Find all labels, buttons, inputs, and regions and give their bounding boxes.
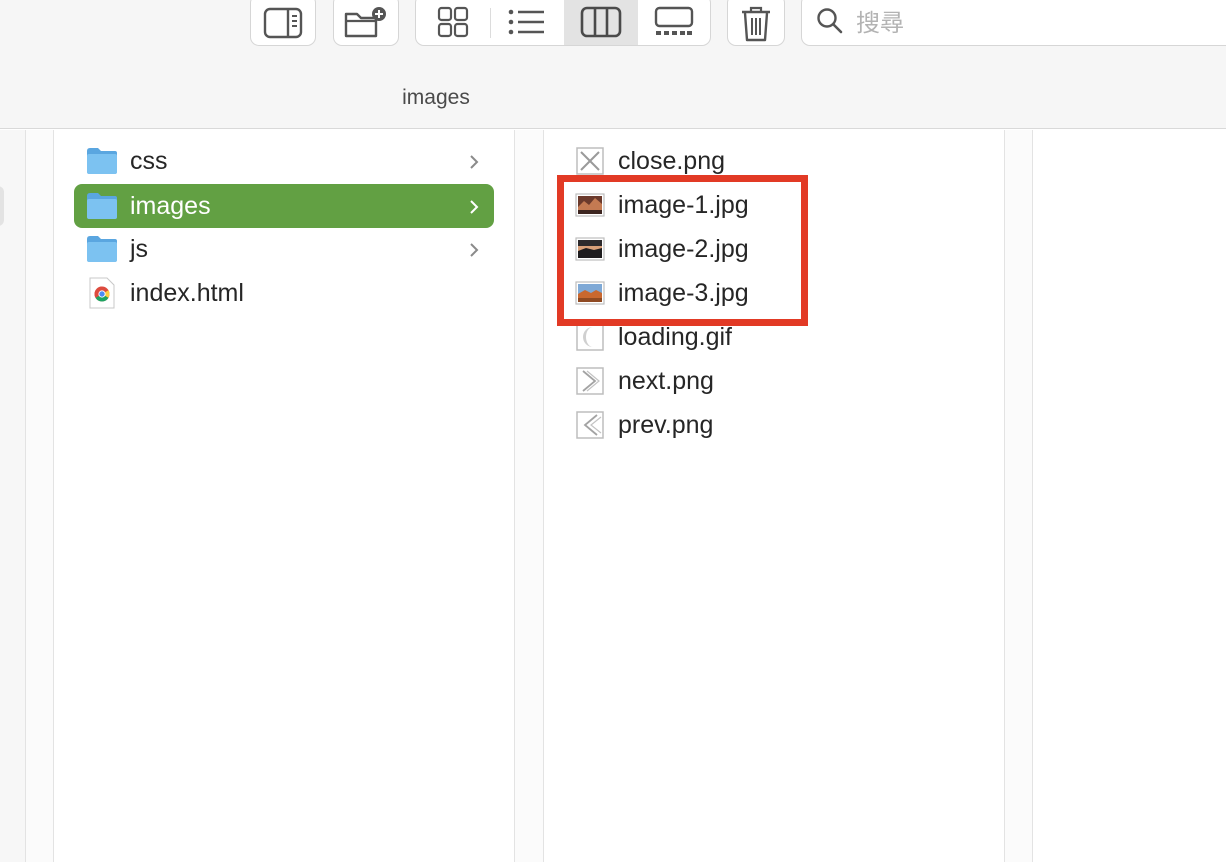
item-label: loading.gif: [618, 322, 732, 351]
grid-view-button[interactable]: [416, 0, 490, 45]
parent-column-edge[interactable]: [0, 130, 25, 862]
list-item-css[interactable]: css: [74, 139, 494, 183]
new-folder-button[interactable]: [333, 0, 399, 46]
item-label: images: [130, 191, 211, 220]
prev-arrow-image-icon: [574, 409, 606, 441]
folder-icon: [86, 145, 118, 177]
search-icon: [816, 7, 844, 40]
column-gap: [1005, 130, 1032, 862]
list-view-button[interactable]: [491, 0, 565, 45]
sidebar-toggle-icon: [263, 0, 303, 41]
list-item-js[interactable]: js: [74, 227, 494, 271]
folder-column: css images js index.html: [54, 130, 514, 862]
preview-column: [1033, 130, 1226, 862]
chevron-right-icon: [468, 195, 480, 224]
view-mode-group: [415, 0, 711, 46]
sidebar-toggle-button[interactable]: [250, 0, 316, 46]
item-label: prev.png: [618, 410, 714, 439]
list-view-icon: [507, 0, 547, 42]
list-item-prev-png[interactable]: prev.png: [574, 403, 984, 447]
chevron-right-icon: [468, 150, 480, 179]
folder-icon: [86, 233, 118, 265]
search-input[interactable]: [856, 9, 1156, 37]
column-gap: [26, 130, 53, 862]
search-field[interactable]: [801, 0, 1226, 46]
highlight-annotation-box: [557, 175, 808, 326]
chrome-html-icon: [86, 277, 118, 309]
trash-icon: [740, 0, 772, 43]
chevron-right-icon: [468, 238, 480, 267]
trash-button[interactable]: [727, 0, 785, 46]
folder-icon: [86, 190, 118, 222]
gallery-view-icon: [654, 0, 694, 43]
list-item-next-png[interactable]: next.png: [574, 359, 984, 403]
item-label: next.png: [618, 366, 714, 395]
parent-selection-stub: [0, 186, 4, 226]
item-label: close.png: [618, 146, 726, 175]
next-arrow-image-icon: [574, 365, 606, 397]
gallery-view-button[interactable]: [638, 0, 711, 45]
list-item-images[interactable]: images: [74, 184, 494, 228]
close-image-icon: [574, 145, 606, 177]
finder-toolbar: images: [0, 0, 1226, 129]
grid-view-icon: [436, 0, 470, 44]
column-view-icon: [580, 0, 622, 43]
list-item-index-html[interactable]: index.html: [74, 271, 494, 315]
item-label: js: [130, 234, 149, 263]
item-label: index.html: [130, 278, 244, 307]
column-gap: [515, 130, 543, 862]
window-title: images: [402, 86, 470, 109]
column-view-button[interactable]: [564, 0, 638, 45]
new-folder-icon: [343, 0, 389, 42]
item-label: css: [130, 146, 168, 175]
